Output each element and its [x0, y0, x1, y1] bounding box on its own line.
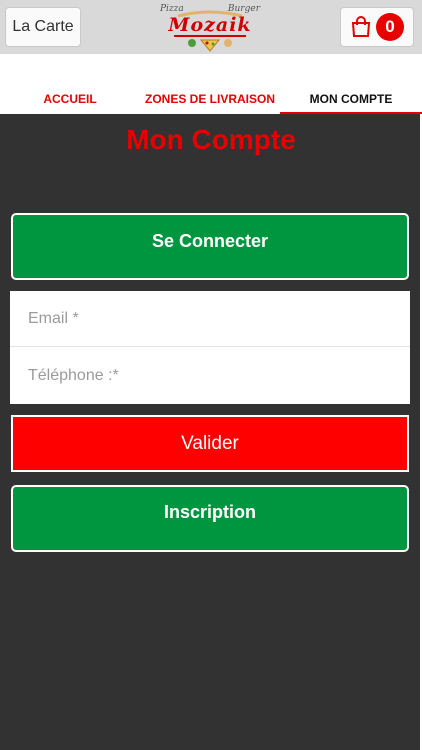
- se-connecter-button[interactable]: Se Connecter: [11, 213, 409, 280]
- email-field[interactable]: Email *: [10, 291, 410, 347]
- cart-button[interactable]: 0: [340, 7, 414, 47]
- account-panel: Mon Compte Se Connecter Email * Téléphon…: [0, 114, 422, 750]
- logo-name: Mozaik: [168, 14, 252, 36]
- shopping-bag-icon: [351, 16, 371, 37]
- tab-zones-de-livraison[interactable]: ZONES DE LIVRAISON: [140, 86, 280, 112]
- tab-accueil[interactable]: ACCUEIL: [0, 86, 140, 112]
- top-bar: La Carte Pizza Burger Mozaik 0: [0, 0, 422, 54]
- tab-bar: ACCUEIL ZONES DE LIVRAISON MON COMPTE: [0, 86, 422, 115]
- phone-field[interactable]: Téléphone :*: [10, 348, 410, 404]
- la-carte-button[interactable]: La Carte: [5, 7, 81, 47]
- login-form: Email * Téléphone :*: [10, 291, 410, 404]
- page-title: Mon Compte: [126, 124, 296, 155]
- inscription-button[interactable]: Inscription: [11, 485, 409, 552]
- valider-button[interactable]: Valider: [11, 415, 409, 472]
- logo: Pizza Burger Mozaik: [160, 4, 260, 52]
- cart-count-badge: 0: [376, 13, 404, 41]
- tab-mon-compte[interactable]: MON COMPTE: [280, 86, 422, 112]
